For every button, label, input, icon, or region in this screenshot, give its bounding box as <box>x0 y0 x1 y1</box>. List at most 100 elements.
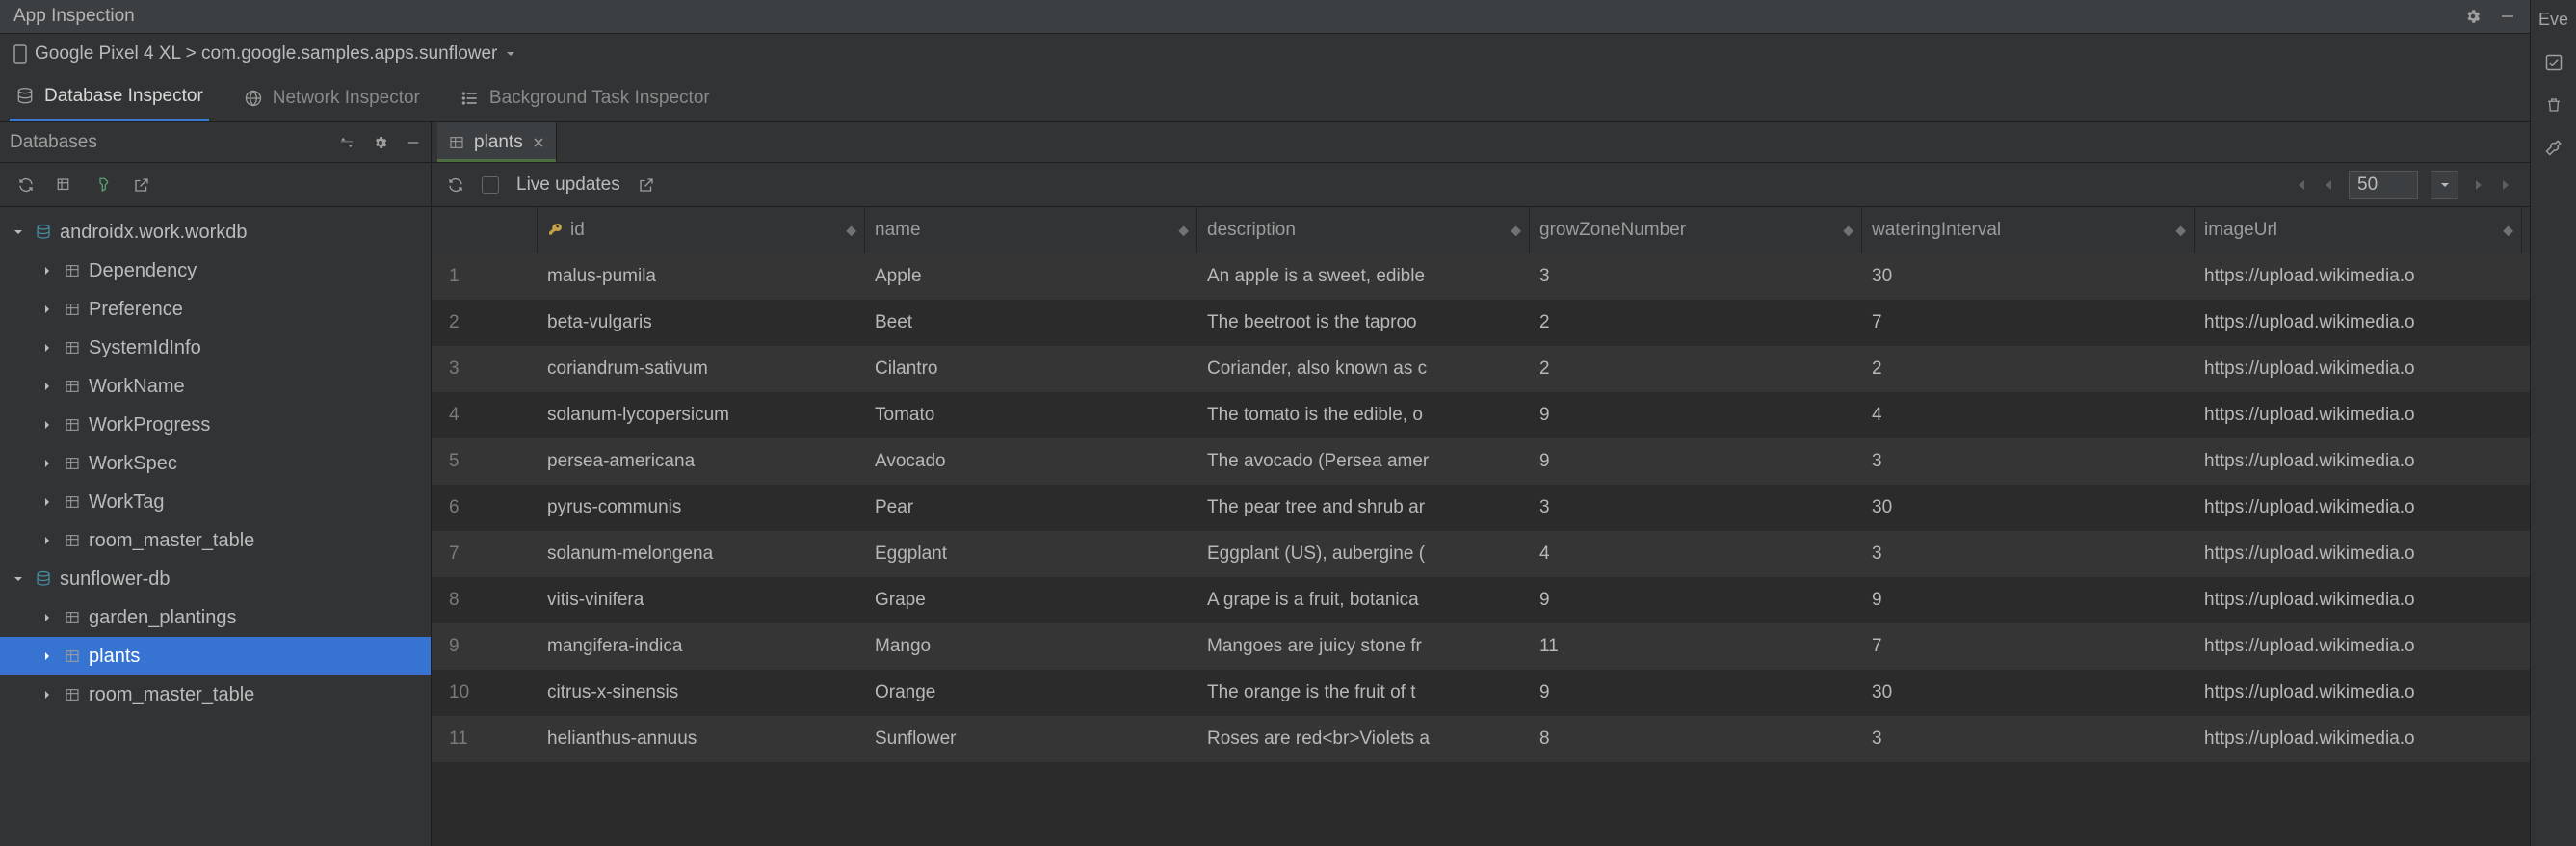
caret-right-icon[interactable] <box>39 265 56 277</box>
tree-table-node[interactable]: room_master_table <box>0 675 431 714</box>
column-description[interactable]: description◆ <box>1197 207 1530 253</box>
cell[interactable]: 30 <box>1862 485 2195 531</box>
cell[interactable]: 9 <box>1862 577 2195 623</box>
cell[interactable]: Mangoes are juicy stone fr <box>1197 623 1530 670</box>
cell[interactable]: 4 <box>1862 392 2195 438</box>
table-row[interactable]: 9mangifera-indicaMangoMangoes are juicy … <box>432 623 2530 670</box>
caret-right-icon[interactable] <box>39 381 56 392</box>
cell[interactable]: beta-vulgaris <box>538 300 865 346</box>
cell[interactable]: https://upload.wikimedia.o <box>2195 623 2522 670</box>
cell[interactable]: The beetroot is the taproo <box>1197 300 1530 346</box>
cell[interactable]: pyrus-communis <box>538 485 865 531</box>
caret-down-icon[interactable] <box>10 226 27 238</box>
tab-database-inspector[interactable]: Database Inspector <box>10 74 209 121</box>
cell[interactable]: https://upload.wikimedia.o <box>2195 346 2522 392</box>
caret-right-icon[interactable] <box>39 342 56 354</box>
cell[interactable]: An apple is a sweet, edible <box>1197 253 1530 300</box>
tree-table-node[interactable]: WorkProgress <box>0 406 431 444</box>
cell[interactable]: 2 <box>1862 346 2195 392</box>
checkbox-icon[interactable] <box>2544 53 2563 72</box>
cell[interactable]: Tomato <box>865 392 1197 438</box>
hide-icon[interactable] <box>406 135 421 150</box>
cell[interactable]: https://upload.wikimedia.o <box>2195 253 2522 300</box>
tree-table-node[interactable]: plants <box>0 637 431 675</box>
cell[interactable]: Orange <box>865 670 1197 716</box>
grid-body[interactable]: 1malus-pumilaAppleAn apple is a sweet, e… <box>432 253 2530 846</box>
cell[interactable]: https://upload.wikimedia.o <box>2195 300 2522 346</box>
cell[interactable]: 30 <box>1862 670 2195 716</box>
cell[interactable]: 2 <box>1530 300 1862 346</box>
column-imageUrl[interactable]: imageUrl◆ <box>2195 207 2522 253</box>
first-page-icon[interactable] <box>2293 177 2308 193</box>
live-updates-checkbox[interactable] <box>482 176 499 194</box>
tree-table-node[interactable]: Dependency <box>0 251 431 290</box>
export-icon[interactable] <box>133 176 150 194</box>
caret-right-icon[interactable] <box>39 496 56 508</box>
tree-table-node[interactable]: WorkName <box>0 367 431 406</box>
tree-table-node[interactable]: Preference <box>0 290 431 329</box>
cell[interactable]: 7 <box>1862 300 2195 346</box>
table-row[interactable]: 5persea-americanaAvocadoThe avocado (Per… <box>432 438 2530 485</box>
table-row[interactable]: 4solanum-lycopersicumTomatoThe tomato is… <box>432 392 2530 438</box>
cell[interactable]: 7 <box>1862 623 2195 670</box>
table-row[interactable]: 1malus-pumilaAppleAn apple is a sweet, e… <box>432 253 2530 300</box>
table-row[interactable]: 3coriandrum-sativumCilantroCoriander, al… <box>432 346 2530 392</box>
column-rownum[interactable] <box>432 207 538 253</box>
new-query-icon[interactable] <box>56 176 73 194</box>
cell[interactable]: 3 <box>1530 253 1862 300</box>
page-size-input[interactable]: 50 <box>2349 171 2418 199</box>
refresh-icon[interactable] <box>17 176 35 194</box>
page-size-dropdown[interactable] <box>2431 171 2458 199</box>
cell[interactable]: https://upload.wikimedia.o <box>2195 577 2522 623</box>
cell[interactable]: https://upload.wikimedia.o <box>2195 392 2522 438</box>
gear-icon[interactable] <box>373 135 388 150</box>
cell[interactable]: 3 <box>1862 531 2195 577</box>
cell[interactable]: 4 <box>1530 531 1862 577</box>
editor-tab-plants[interactable]: plants <box>437 122 557 162</box>
cell[interactable]: 9 <box>1530 392 1862 438</box>
cell[interactable]: 30 <box>1862 253 2195 300</box>
cell[interactable]: coriandrum-sativum <box>538 346 865 392</box>
tree-table-node[interactable]: WorkSpec <box>0 444 431 483</box>
caret-right-icon[interactable] <box>39 612 56 623</box>
cell[interactable]: Eggplant <box>865 531 1197 577</box>
table-row[interactable]: 8vitis-viniferaGrapeA grape is a fruit, … <box>432 577 2530 623</box>
cell[interactable]: vitis-vinifera <box>538 577 865 623</box>
cell[interactable]: https://upload.wikimedia.o <box>2195 531 2522 577</box>
cell[interactable]: 2 <box>1530 346 1862 392</box>
tree-table-node[interactable]: WorkTag <box>0 483 431 521</box>
cell[interactable]: Cilantro <box>865 346 1197 392</box>
cell[interactable]: Grape <box>865 577 1197 623</box>
caret-right-icon[interactable] <box>39 650 56 662</box>
export-icon[interactable] <box>638 176 655 194</box>
cell[interactable]: citrus-x-sinensis <box>538 670 865 716</box>
cell[interactable]: The avocado (Persea amer <box>1197 438 1530 485</box>
trash-icon[interactable] <box>2545 95 2563 115</box>
cell[interactable]: mangifera-indica <box>538 623 865 670</box>
cell[interactable]: helianthus-annuus <box>538 716 865 762</box>
caret-right-icon[interactable] <box>39 458 56 469</box>
column-id[interactable]: id ◆ <box>538 207 865 253</box>
split-icon[interactable] <box>338 134 355 151</box>
table-row[interactable]: 7solanum-melongenaEggplantEggplant (US),… <box>432 531 2530 577</box>
cell[interactable]: The pear tree and shrub ar <box>1197 485 1530 531</box>
cell[interactable]: 9 <box>1530 670 1862 716</box>
cell[interactable]: solanum-melongena <box>538 531 865 577</box>
cell[interactable]: The tomato is the edible, o <box>1197 392 1530 438</box>
caret-right-icon[interactable] <box>39 419 56 431</box>
cell[interactable]: 3 <box>1862 716 2195 762</box>
cell[interactable]: https://upload.wikimedia.o <box>2195 438 2522 485</box>
caret-down-icon[interactable] <box>10 573 27 585</box>
cell[interactable]: Coriander, also known as c <box>1197 346 1530 392</box>
refresh-icon[interactable] <box>447 176 464 194</box>
table-row[interactable]: 6pyrus-communisPearThe pear tree and shr… <box>432 485 2530 531</box>
keep-open-icon[interactable] <box>94 176 112 194</box>
minimize-icon[interactable] <box>2499 8 2516 25</box>
cell[interactable]: Apple <box>865 253 1197 300</box>
cell[interactable]: Roses are red<br>Violets a <box>1197 716 1530 762</box>
tree-table-node[interactable]: room_master_table <box>0 521 431 560</box>
cell[interactable]: https://upload.wikimedia.o <box>2195 485 2522 531</box>
tree-table-node[interactable]: SystemIdInfo <box>0 329 431 367</box>
cell[interactable]: Mango <box>865 623 1197 670</box>
tab-background-task-inspector[interactable]: Background Task Inspector <box>455 74 716 121</box>
